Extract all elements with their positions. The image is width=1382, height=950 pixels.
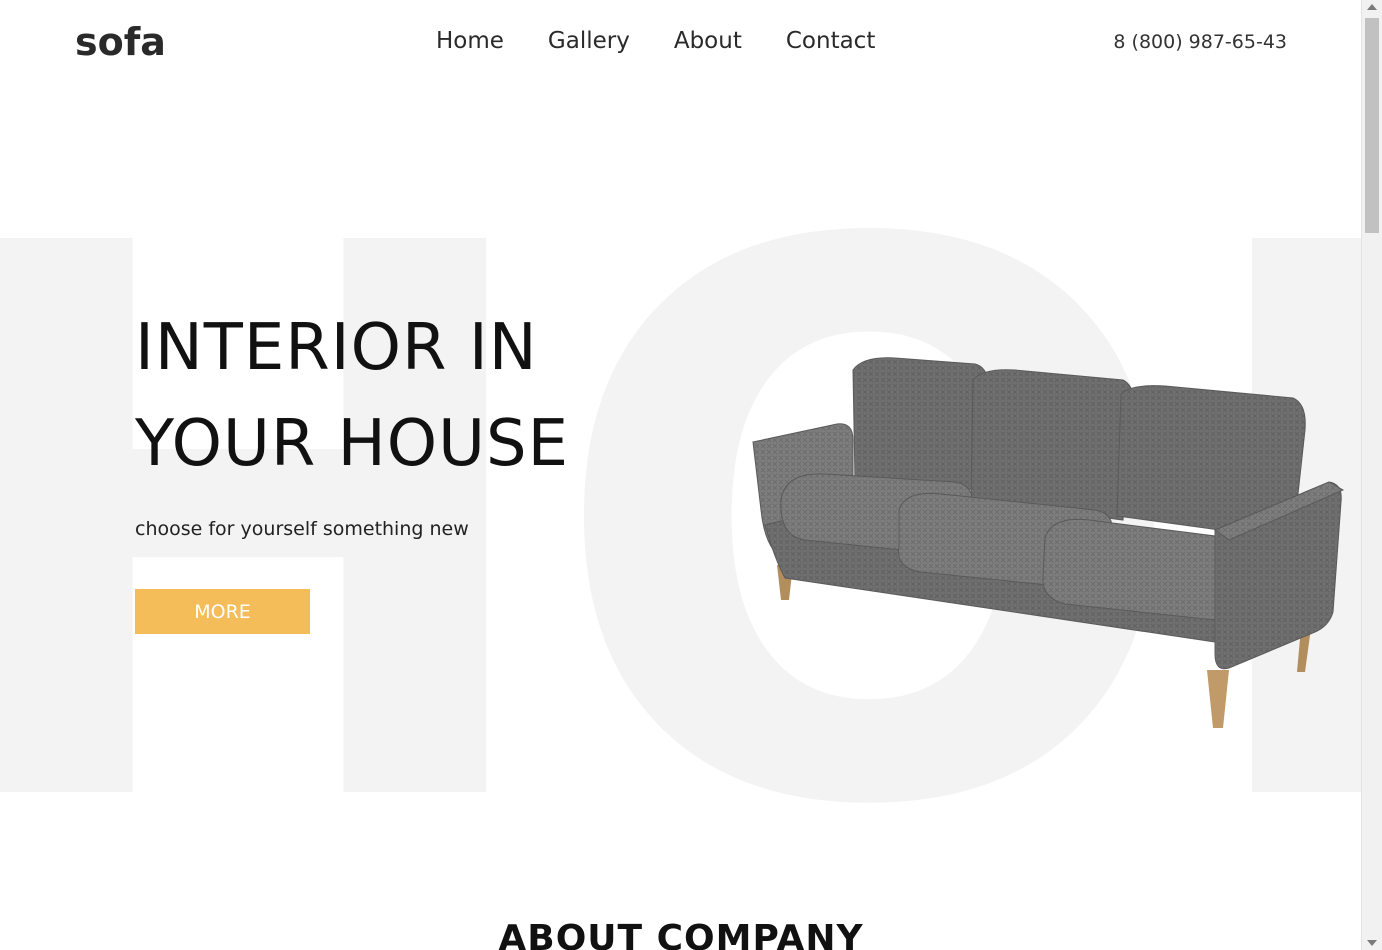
hero-title: INTERIOR IN YOUR HOUSE — [135, 300, 569, 492]
nav-contact[interactable]: Contact — [786, 28, 875, 54]
nav-about[interactable]: About — [674, 28, 742, 54]
logo[interactable]: sofa — [75, 20, 166, 64]
scroll-up-icon[interactable] — [1367, 4, 1377, 10]
main-nav: Home Gallery About Contact — [436, 28, 875, 54]
page: HOM sofa Home Gallery About Contact 8 (8… — [0, 0, 1362, 950]
hero-title-line-2: YOUR HOUSE — [135, 407, 570, 481]
nav-gallery[interactable]: Gallery — [548, 28, 630, 54]
scroll-down-icon[interactable] — [1367, 940, 1377, 946]
header: sofa Home Gallery About Contact 8 (800) … — [0, 0, 1362, 90]
hero-subtitle: choose for yourself something new — [135, 518, 469, 540]
nav-home[interactable]: Home — [436, 28, 504, 54]
page-scrollbar[interactable] — [1361, 0, 1382, 950]
hero-text: INTERIOR IN YOUR HOUSE choose for yourse… — [135, 300, 569, 540]
sofa-image — [752, 357, 1345, 728]
about-company-heading: ABOUT COMPANY — [498, 918, 864, 950]
scroll-thumb[interactable] — [1365, 18, 1379, 233]
hero-title-line-1: INTERIOR IN — [135, 311, 538, 385]
more-button[interactable]: MORE — [135, 589, 310, 634]
phone-number[interactable]: 8 (800) 987-65-43 — [1113, 31, 1287, 53]
